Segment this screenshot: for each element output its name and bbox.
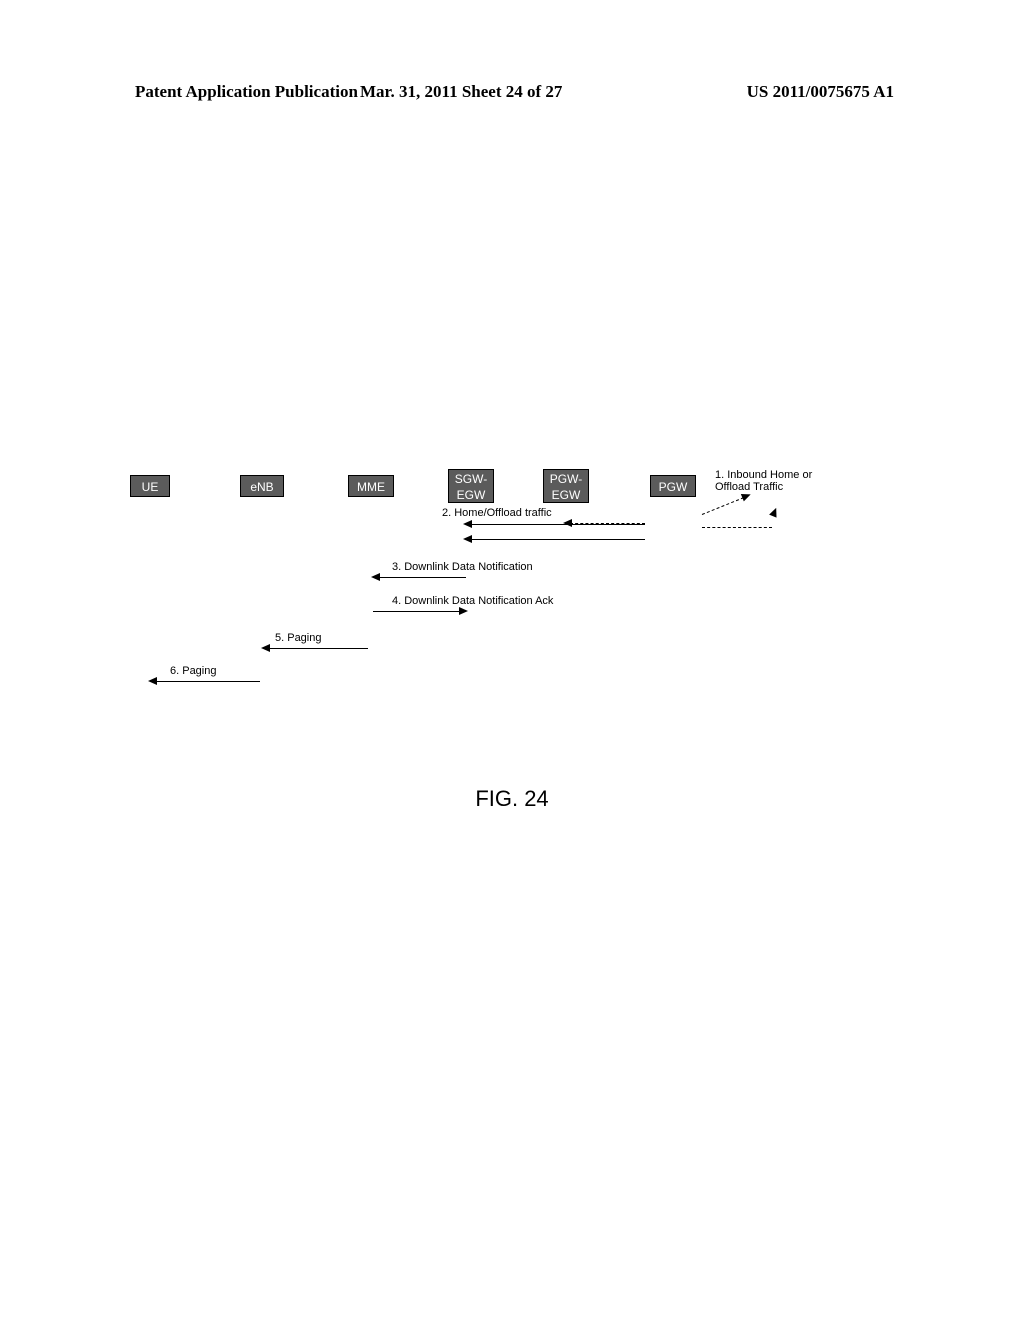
arrowhead-inbound-b [769, 506, 780, 517]
arrowhead-msg2b [463, 535, 472, 543]
node-sgw-egw: SGW-EGW [448, 469, 494, 503]
arrow-msg5 [268, 648, 368, 649]
node-pgw-egw: PGW-EGW [543, 469, 589, 503]
header-left: Patent Application Publication [135, 82, 358, 102]
label-inbound-traffic: 1. Inbound Home orOffload Traffic [715, 469, 812, 493]
header-center: Mar. 31, 2011 Sheet 24 of 27 [360, 82, 562, 102]
arrowhead-msg5 [261, 644, 270, 652]
label-msg2: 2. Home/Offload traffic [442, 507, 552, 519]
node-ue: UE [130, 475, 170, 497]
node-enb: eNB [240, 475, 284, 497]
arrow-inbound-b [702, 527, 772, 528]
arrowhead-msg2-dash [563, 519, 572, 527]
label-msg5: 5. Paging [275, 632, 321, 644]
arrowhead-msg3 [371, 573, 380, 581]
arrow-msg2a [470, 524, 645, 525]
arrow-msg4 [373, 611, 461, 612]
arrow-inbound-a [702, 497, 744, 515]
page-header: Patent Application Publication Mar. 31, … [0, 82, 1024, 102]
arrow-msg3 [378, 577, 466, 578]
node-pgw: PGW [650, 475, 696, 497]
node-mme: MME [348, 475, 394, 497]
arrow-msg6 [155, 681, 260, 682]
label-msg3: 3. Downlink Data Notification [392, 561, 533, 573]
label-msg4: 4. Downlink Data Notification Ack [392, 595, 553, 607]
arrowhead-msg2a [463, 520, 472, 528]
arrow-msg2b [470, 539, 645, 540]
sequence-diagram: UE eNB MME SGW-EGW PGW-EGW PGW 1. Inboun… [130, 475, 895, 735]
label-msg6: 6. Paging [170, 665, 216, 677]
arrow-msg2-dash [570, 523, 645, 524]
header-right: US 2011/0075675 A1 [747, 82, 894, 102]
figure-caption: FIG. 24 [0, 786, 1024, 812]
arrowhead-msg4 [459, 607, 468, 615]
arrowhead-msg6 [148, 677, 157, 685]
